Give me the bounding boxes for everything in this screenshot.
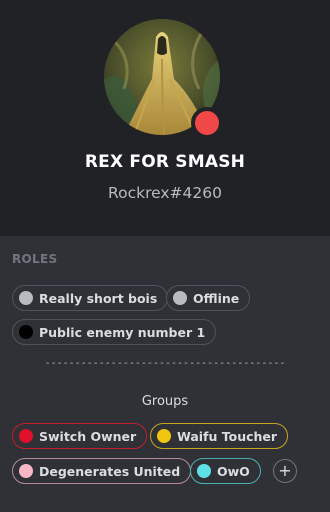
avatar-container[interactable] bbox=[104, 19, 223, 139]
role-label: Waifu Toucher bbox=[177, 428, 278, 444]
username: REX FOR SMASH bbox=[84, 152, 246, 172]
groups-heading: Groups bbox=[141, 394, 189, 409]
status-indicator-icon bbox=[191, 107, 223, 139]
role-label: Offline bbox=[193, 290, 240, 306]
role-color-dot-icon bbox=[197, 464, 211, 478]
role-pill[interactable]: Degenerates United bbox=[12, 458, 192, 484]
role-color-dot-icon bbox=[157, 429, 171, 443]
role-color-dot-icon bbox=[19, 464, 33, 478]
role-color-dot-icon bbox=[19, 325, 33, 339]
role-label: OwO bbox=[217, 463, 250, 479]
separator-text: ---------------------------------------- bbox=[44, 358, 286, 369]
roles-heading: ROLES bbox=[12, 252, 58, 266]
add-role-button[interactable]: + bbox=[273, 459, 297, 483]
role-pill[interactable]: OwO bbox=[190, 458, 261, 484]
role-label: Switch Owner bbox=[39, 428, 137, 444]
role-color-dot-icon bbox=[19, 291, 33, 305]
role-pill[interactable]: Waifu Toucher bbox=[150, 423, 289, 449]
user-tag: Rockrex#4260 bbox=[108, 184, 222, 202]
role-pill[interactable]: Really short bois bbox=[12, 285, 169, 311]
role-label: Degenerates United bbox=[39, 463, 181, 479]
plus-icon: + bbox=[278, 461, 292, 480]
role-color-dot-icon bbox=[173, 291, 187, 305]
role-pill[interactable]: Switch Owner bbox=[12, 423, 148, 449]
role-label: Really short bois bbox=[39, 290, 158, 306]
role-color-dot-icon bbox=[19, 429, 33, 443]
role-pill[interactable]: Offline bbox=[166, 285, 251, 311]
profile-header: REX FOR SMASH Rockrex#4260 bbox=[0, 0, 330, 236]
role-label: Public enemy number 1 bbox=[39, 324, 206, 340]
role-pill[interactable]: Public enemy number 1 bbox=[12, 319, 217, 345]
